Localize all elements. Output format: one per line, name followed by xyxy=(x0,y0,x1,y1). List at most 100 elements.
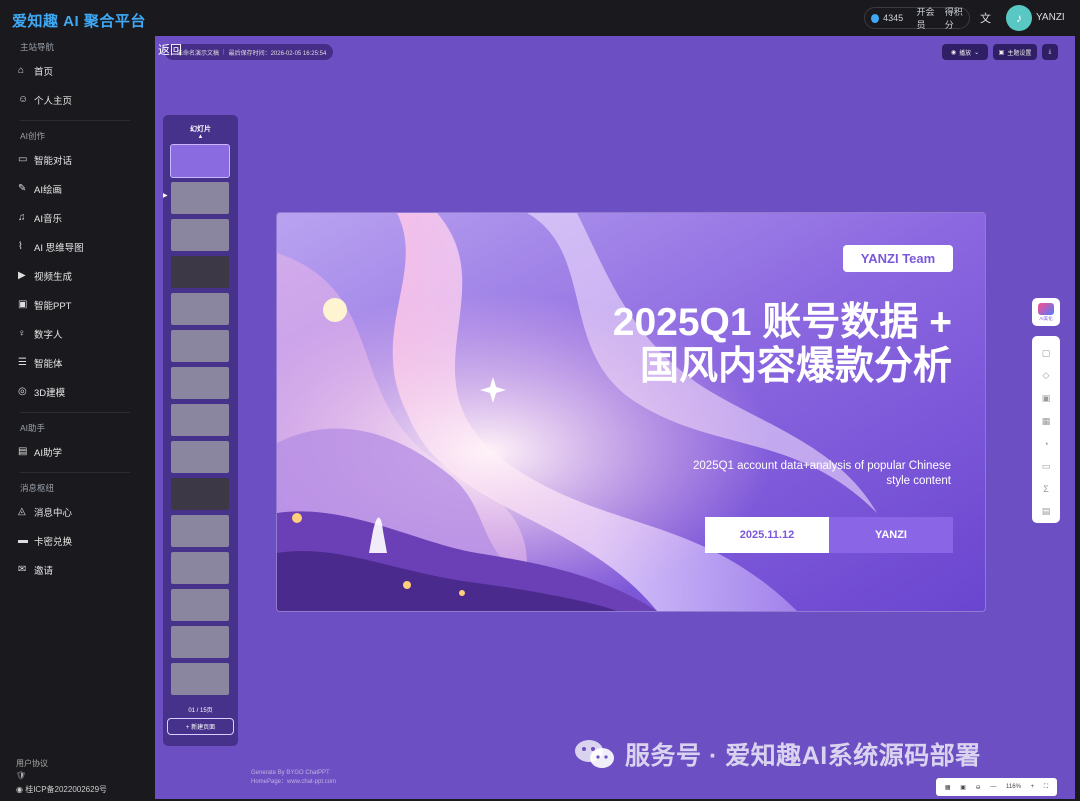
last-saved: 最后保存时间：2026-02-05 16:25:54 xyxy=(228,50,327,57)
download-button[interactable]: ⤓ xyxy=(1042,44,1058,60)
slide-thumbnail[interactable] xyxy=(171,663,229,695)
slide-thumbnail[interactable] xyxy=(171,589,229,621)
zoom-in-icon[interactable]: + xyxy=(1031,784,1035,790)
new-page-button[interactable]: + 新建页面 xyxy=(167,718,234,735)
cube-icon: ◎ xyxy=(18,386,27,397)
app-root: 爱知趣 AI 聚合平台 4345 开会员 得积分 文 ♪ YANZI 主站导航 … xyxy=(0,0,1080,801)
sidebar-item[interactable]: ♫ AI音乐 xyxy=(0,203,150,232)
grid-view-icon[interactable]: ▦ xyxy=(945,784,951,791)
credits-badge[interactable]: 4345 开会员 得积分 xyxy=(864,5,970,31)
brush-icon: ✎ xyxy=(18,183,27,194)
music-icon: ♫ xyxy=(18,212,26,223)
sidebar-item[interactable]: ♀ 数字人 xyxy=(0,319,150,348)
slide-thumbnail[interactable] xyxy=(171,552,229,584)
sidebar-item[interactable]: ✎ AI绘画 xyxy=(0,174,150,203)
play-button[interactable]: ◉ 播放 ⌄ xyxy=(942,44,988,60)
sidebar-divider xyxy=(20,472,130,473)
fit-icon[interactable]: ▣ xyxy=(960,784,966,791)
icp-text: 桂ICP备2022002629号 xyxy=(25,785,108,794)
sidebar-item[interactable]: ▬ 卡密兑换 xyxy=(0,526,150,555)
top-bar: 爱知趣 AI 聚合平台 4345 开会员 得积分 文 ♪ YANZI xyxy=(0,0,1080,36)
coin-icon xyxy=(871,13,880,23)
chevron-up-icon[interactable]: ▲ xyxy=(163,134,238,140)
translate-icon[interactable]: 文 xyxy=(980,10,991,26)
sidebar-item[interactable]: ✉ 邀请 xyxy=(0,555,150,584)
slide-thumbnail[interactable] xyxy=(171,219,229,251)
zoom-out-icon[interactable]: ⊖ xyxy=(976,784,981,791)
image-icon[interactable]: ▣ xyxy=(1042,387,1051,410)
sidebar-divider xyxy=(20,120,130,121)
sidebar-item[interactable]: ▶ 视频生成 xyxy=(0,261,150,290)
ai-beautify-icon xyxy=(1038,302,1054,315)
sidebar-section-title: 消息枢纽 xyxy=(20,483,55,493)
ai-beautify-label: AI美化 xyxy=(1039,315,1053,321)
doc-name[interactable]: 未命名演示文稿 xyxy=(177,48,219,57)
theme-label: 主题设置 xyxy=(1007,50,1032,57)
formula-icon[interactable]: Σ xyxy=(1043,478,1049,501)
slide-thumbnail[interactable] xyxy=(171,441,229,473)
sidebar-item-label: 个人主页 xyxy=(34,95,73,107)
sidebar-item[interactable]: ☰ 智能体 xyxy=(0,348,150,377)
avatar[interactable]: ♪ xyxy=(1006,5,1032,31)
sidebar-item-label: 首页 xyxy=(34,66,54,78)
slide-thumbnail[interactable] xyxy=(171,478,229,510)
sidebar-item[interactable]: ▭ 智能对话 xyxy=(0,145,150,174)
sidebar: 主站导航 ⌂ 首页 ☺ 个人主页 AI创作 ▭ 智能对话 ✎ AI绘画 ♫ AI… xyxy=(0,36,150,801)
slide-canvas[interactable]: YANZI Team 2025Q1 账号数据 + 国风内容爆款分析 2025Q1… xyxy=(277,213,985,611)
sidebar-item-label: AI音乐 xyxy=(34,213,62,225)
slide-thumbnail[interactable] xyxy=(171,626,229,658)
user-agreement-link[interactable]: 用户协议 xyxy=(16,758,48,769)
zoom-controls: ▦ ▣ ⊖ — 116% + ⛶ xyxy=(936,778,1057,796)
play-icon: ▶ xyxy=(18,270,26,281)
insert-toolbar: ▢ ◇ ▣ ▦ ◔ ▭ Σ ▤ xyxy=(1032,336,1060,523)
slide-author[interactable]: YANZI xyxy=(829,517,953,553)
sidebar-item[interactable]: ☺ 个人主页 xyxy=(0,85,150,114)
slide-thumbnail[interactable] xyxy=(171,182,229,214)
app-logo[interactable]: 爱知趣 AI 聚合平台 xyxy=(12,10,146,31)
play-icon: ◉ xyxy=(950,49,957,56)
fullscreen-icon[interactable]: ⛶ xyxy=(1044,784,1048,791)
sidebar-item-label: 智能对话 xyxy=(34,155,73,167)
sidebar-item[interactable]: ◎ 3D建模 xyxy=(0,377,150,406)
slide-thumbnail[interactable] xyxy=(171,256,229,288)
sidebar-item[interactable]: ▤ AI助学 xyxy=(0,437,150,466)
sidebar-item-label: AI 思维导图 xyxy=(34,242,84,254)
earn-link[interactable]: 得积分 xyxy=(945,5,969,31)
team-label[interactable]: YANZI Team xyxy=(843,245,953,272)
zoom-level: 116% xyxy=(1006,784,1021,790)
slide-thumbnail[interactable] xyxy=(171,293,229,325)
slide-thumbnail[interactable] xyxy=(171,367,229,399)
note-icon[interactable]: ▤ xyxy=(1042,500,1051,523)
slide-thumbnail[interactable] xyxy=(171,330,229,362)
sidebar-section-title: 主站导航 xyxy=(20,42,55,52)
chart-icon: ⌇ xyxy=(18,241,23,252)
theme-settings-button[interactable]: ▣ 主题设置 xyxy=(993,44,1037,60)
slide-subtitle[interactable]: 2025Q1 account data+analysis of popular … xyxy=(691,459,951,489)
generator-credit: Generate By BYGO ChatPPT HomePage：www.ch… xyxy=(251,769,336,787)
home-icon: ⌂ xyxy=(18,65,25,76)
back-button[interactable]: 返回 xyxy=(158,41,182,58)
sidebar-item[interactable]: ⌂ 首页 xyxy=(0,56,150,85)
shape-icon[interactable]: ◇ xyxy=(1043,365,1050,388)
text-icon[interactable]: ▢ xyxy=(1042,342,1051,365)
bell-icon: ◬ xyxy=(18,506,26,517)
slide-thumbnail[interactable] xyxy=(171,404,229,436)
table-icon[interactable]: ▦ xyxy=(1042,410,1051,433)
vip-link[interactable]: 开会员 xyxy=(917,5,941,31)
sidebar-item-label: 3D建模 xyxy=(34,387,66,399)
slide-thumbnail[interactable] xyxy=(171,515,229,547)
sidebar-item[interactable]: ◬ 消息中心 xyxy=(0,497,150,526)
zoom-slider[interactable]: — xyxy=(990,784,996,790)
icp-link[interactable]: ◉ 桂ICP备2022002629号 xyxy=(16,784,107,795)
username[interactable]: YANZI xyxy=(1036,12,1065,23)
media-icon[interactable]: ▭ xyxy=(1042,455,1051,478)
ai-beautify-button[interactable]: AI美化 xyxy=(1032,298,1060,326)
sidebar-item-label: 消息中心 xyxy=(34,507,73,519)
download-icon: ⤓ xyxy=(1048,48,1052,55)
chart-icon[interactable]: ◔ xyxy=(1043,433,1048,456)
slide-date[interactable]: 2025.11.12 xyxy=(705,517,829,553)
slide-title[interactable]: 2025Q1 账号数据 + 国风内容爆款分析 xyxy=(572,301,952,389)
sidebar-item[interactable]: ⌇ AI 思维导图 xyxy=(0,232,150,261)
sidebar-item[interactable]: ▣ 智能PPT xyxy=(0,290,150,319)
slide-thumbnail[interactable] xyxy=(170,144,230,178)
